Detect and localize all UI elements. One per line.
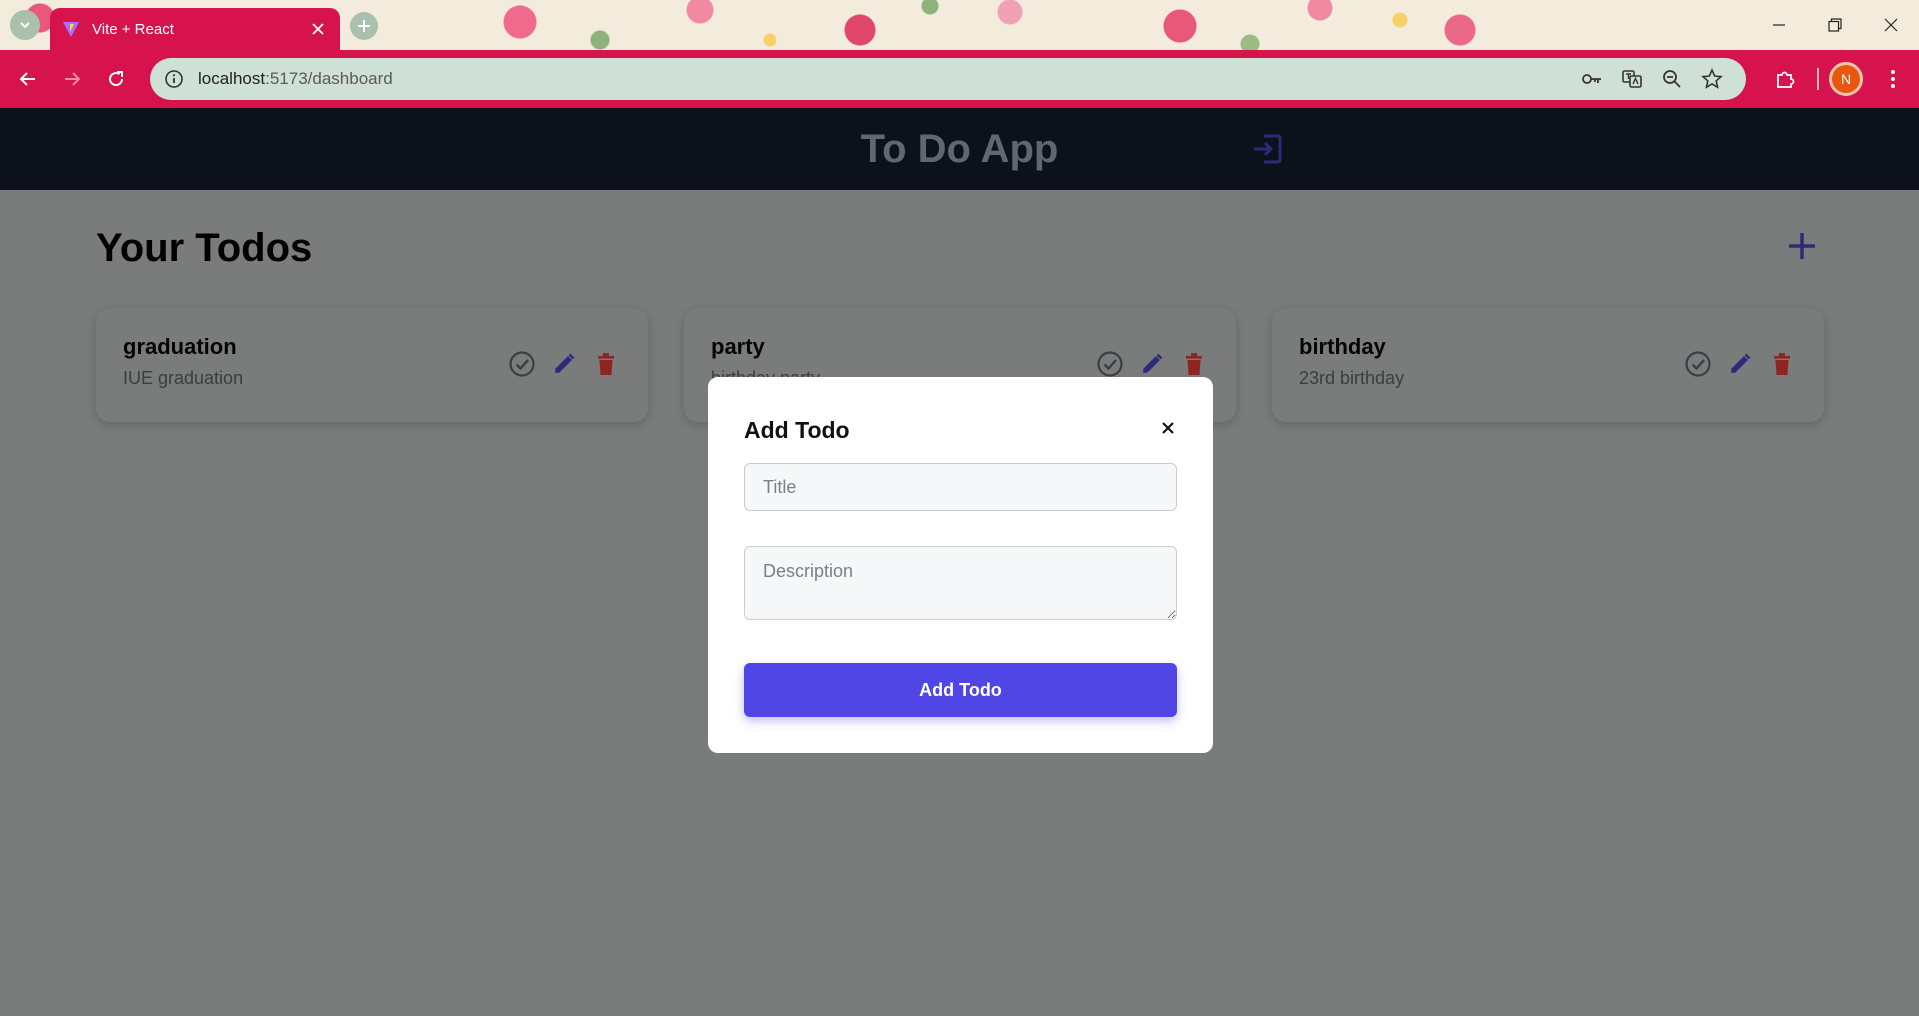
browser-tab-active[interactable]: Vite + React [50, 8, 340, 50]
bookmark-button[interactable] [1692, 59, 1732, 99]
reload-button[interactable] [94, 57, 138, 101]
forward-button[interactable] [50, 57, 94, 101]
puzzle-icon [1777, 71, 1795, 88]
zoom-button[interactable] [1652, 59, 1692, 99]
site-info-icon[interactable] [164, 69, 184, 89]
browser-menu-button[interactable] [1871, 57, 1915, 101]
browser-toolbar: localhost:5173/dashboard N [0, 50, 1919, 108]
browser-tabstrip: Vite + React [0, 0, 1919, 50]
trash-icon [1774, 353, 1790, 375]
add-todo-modal: Add Todo Add Todo [708, 377, 1213, 753]
toolbar-separator [1817, 68, 1819, 90]
url-host: localhost [198, 69, 266, 88]
complete-button[interactable] [1684, 350, 1712, 378]
logout-icon[interactable] [1250, 132, 1284, 166]
edit-button[interactable] [1726, 350, 1754, 378]
profile-avatar[interactable]: N [1829, 62, 1863, 96]
todo-card: graduation IUE graduation [96, 308, 648, 422]
new-tab-button[interactable] [350, 12, 378, 40]
complete-button[interactable] [508, 350, 536, 378]
complete-button[interactable] [1096, 350, 1124, 378]
pencil-icon [555, 353, 575, 373]
back-button[interactable] [6, 57, 50, 101]
delete-button[interactable] [592, 350, 620, 378]
page-heading: Your Todos [96, 226, 313, 270]
close-tab-icon[interactable] [308, 19, 328, 40]
add-todo-submit-button[interactable]: Add Todo [744, 663, 1177, 717]
minimize-icon [1773, 24, 1785, 26]
app-header: To Do App [0, 108, 1919, 190]
window-controls [1751, 0, 1919, 50]
arrow-left-icon [19, 72, 35, 86]
toolbar-right: N [1763, 50, 1919, 108]
check-circle-icon [509, 351, 535, 377]
url-text[interactable]: localhost:5173/dashboard [198, 69, 1572, 89]
restore-icon [1828, 18, 1842, 32]
translate-button[interactable] [1612, 59, 1652, 99]
check-circle-icon [1097, 351, 1123, 377]
pencil-icon [1731, 353, 1751, 373]
zoom-icon [1663, 70, 1681, 88]
chevron-down-icon [20, 22, 30, 29]
add-todo-plus-icon[interactable] [1786, 230, 1818, 262]
more-vertical-icon [1891, 70, 1895, 88]
address-bar[interactable]: localhost:5173/dashboard [150, 58, 1746, 100]
translate-icon [1622, 70, 1642, 88]
edit-button[interactable] [1138, 350, 1166, 378]
extensions-button[interactable] [1763, 57, 1807, 101]
restore-button[interactable] [1807, 0, 1863, 50]
app-title: To Do App [860, 126, 1059, 171]
delete-button[interactable] [1180, 350, 1208, 378]
pencil-icon [1143, 353, 1163, 373]
arrow-right-icon [65, 72, 81, 86]
delete-button[interactable] [1768, 350, 1796, 378]
title-input[interactable] [744, 463, 1177, 511]
check-circle-icon [1685, 351, 1711, 377]
trash-icon [1186, 353, 1202, 375]
modal-title: Add Todo [744, 417, 850, 443]
url-path: :5173/dashboard [265, 69, 393, 88]
edit-button[interactable] [550, 350, 578, 378]
password-key-button[interactable] [1572, 59, 1612, 99]
star-icon [1701, 68, 1723, 89]
plus-icon [358, 20, 370, 32]
vite-logo-icon [63, 22, 79, 37]
key-icon [1582, 74, 1601, 84]
todo-card: birthday 23rd birthday [1272, 308, 1824, 422]
trash-icon [598, 353, 614, 375]
close-icon [1884, 18, 1898, 32]
todo-actions [1096, 350, 1208, 378]
minimize-button[interactable] [1751, 0, 1807, 50]
close-window-button[interactable] [1863, 0, 1919, 50]
reload-icon [109, 71, 124, 87]
tab-title: Vite + React [92, 20, 174, 38]
todo-actions [1684, 350, 1796, 378]
tab-search-button[interactable] [10, 10, 40, 40]
description-textarea[interactable] [744, 546, 1177, 620]
close-icon[interactable] [1159, 419, 1177, 437]
todo-actions [508, 350, 620, 378]
